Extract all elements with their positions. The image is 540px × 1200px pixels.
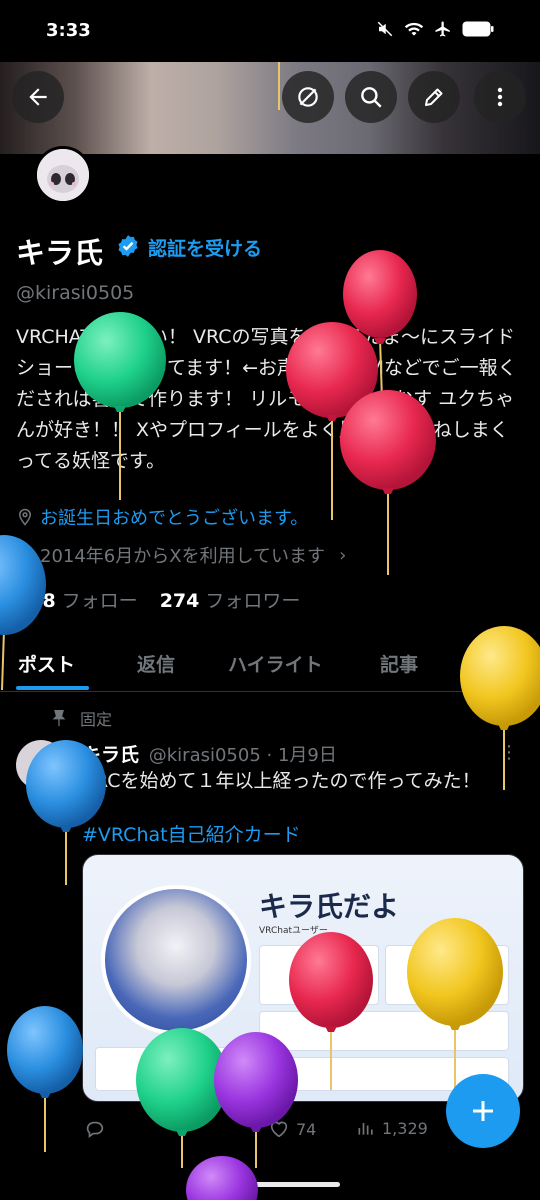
location-pin-icon xyxy=(18,508,32,526)
tab-replies[interactable]: 返信 xyxy=(137,650,175,677)
tab-articles[interactable]: 記事 xyxy=(380,650,418,677)
airplane-icon xyxy=(435,21,450,37)
edit-button[interactable] xyxy=(408,71,460,123)
card-panel xyxy=(259,1011,509,1051)
mute-icon xyxy=(377,21,393,37)
search-button[interactable] xyxy=(345,71,397,123)
more-button[interactable] xyxy=(474,71,526,123)
avatar-illustration xyxy=(37,149,89,201)
post-more-icon[interactable]: ⋮ xyxy=(500,742,518,763)
balloon-blue xyxy=(7,1006,83,1152)
status-time: 3:33 xyxy=(46,20,91,41)
tab-highlights[interactable]: ハイライト xyxy=(228,650,323,677)
reply-icon xyxy=(86,1121,104,1138)
card-title: キラ氏だよ xyxy=(259,890,400,923)
heart-icon xyxy=(270,1121,288,1138)
card-panel xyxy=(95,1047,245,1091)
profile-avatar[interactable] xyxy=(34,146,92,204)
back-button[interactable] xyxy=(12,71,64,123)
follow-stats: 608 フォロー 274 フォロワー xyxy=(16,586,300,613)
post-hashtag[interactable]: #VRChat自己紹介カード xyxy=(82,820,301,847)
tab-media[interactable]: メディア xyxy=(472,650,540,704)
card-panel xyxy=(385,945,509,1005)
post-handle-date: @kirasi0505 · 1月9日 xyxy=(148,745,337,766)
profile-name: キラ氏 xyxy=(16,236,104,270)
card-avatar-image xyxy=(101,885,251,1035)
tab-posts[interactable]: ポスト xyxy=(18,650,75,677)
plus-icon xyxy=(473,1101,493,1121)
card-subtitle: VRChatユーザー xyxy=(259,926,328,936)
active-tab-indicator xyxy=(16,686,89,690)
views-count: 1,329 xyxy=(382,1118,428,1138)
pinned-label: 固定 xyxy=(80,710,113,729)
wifi-icon xyxy=(404,22,424,36)
search-icon xyxy=(361,87,382,108)
compose-button[interactable] xyxy=(446,1074,520,1148)
profile-location[interactable]: お誕生日おめでとうございます。 xyxy=(16,504,308,530)
joined-text: 2014年6月からXを利用しています xyxy=(40,546,326,567)
views-button[interactable]: 1,329 xyxy=(356,1118,428,1138)
post-text: VRCを始めて１年以上経ったので作ってみた！ xyxy=(82,770,481,792)
pin-icon xyxy=(52,710,66,727)
post-author[interactable]: キラ氏 xyxy=(82,744,139,766)
card-panel xyxy=(259,945,379,1005)
calendar-icon xyxy=(17,549,33,563)
pinned-indicator: 固定 xyxy=(52,706,112,730)
arrow-left-icon xyxy=(29,88,47,106)
post-media-card[interactable]: キラ氏だよ VRChatユーザー xyxy=(82,854,524,1102)
profile-bio: VRCHAT超楽しい！ VRCの写真を使ってたま〜にスライドショーなどを作ってま… xyxy=(16,326,517,472)
views-icon xyxy=(358,1123,373,1135)
verified-badge-icon xyxy=(115,233,141,263)
slash-circle-icon xyxy=(298,87,318,107)
profile-banner xyxy=(0,62,540,154)
more-vertical-icon xyxy=(497,87,503,107)
status-bar: 3:33 xyxy=(0,0,540,62)
following-label: フォロー xyxy=(61,590,138,612)
system-nav-bar xyxy=(0,1158,540,1200)
post-header: キラ氏 @kirasi0505 · 1月9日 xyxy=(82,740,337,767)
get-verified-link[interactable]: 認証を受ける xyxy=(148,234,262,261)
location-text[interactable]: お誕生日おめでとうございます。 xyxy=(40,504,308,530)
translate-button[interactable] xyxy=(282,71,334,123)
profile-tabs: ポスト 返信 ハイライト 記事 メディア xyxy=(0,636,540,703)
following-link[interactable]: 608 フォロー xyxy=(16,586,138,613)
following-count: 608 xyxy=(16,590,56,612)
profile-joined: 2014年6月からXを利用しています › xyxy=(16,542,346,568)
home-gesture-pill[interactable] xyxy=(200,1182,340,1187)
profile-handle: @kirasi0505 xyxy=(16,282,135,304)
followers-count: 274 xyxy=(159,590,200,612)
status-icons xyxy=(376,20,494,38)
post-avatar[interactable] xyxy=(16,740,66,790)
like-button[interactable]: 74 xyxy=(268,1118,316,1140)
chevron-right-icon: › xyxy=(339,544,347,566)
pencil-icon xyxy=(425,88,443,106)
reply-button[interactable] xyxy=(84,1118,106,1140)
battery-icon xyxy=(462,21,494,37)
followers-label: フォロワー xyxy=(205,590,301,612)
like-count: 74 xyxy=(296,1119,317,1139)
followers-link[interactable]: 274 フォロワー xyxy=(160,586,301,613)
